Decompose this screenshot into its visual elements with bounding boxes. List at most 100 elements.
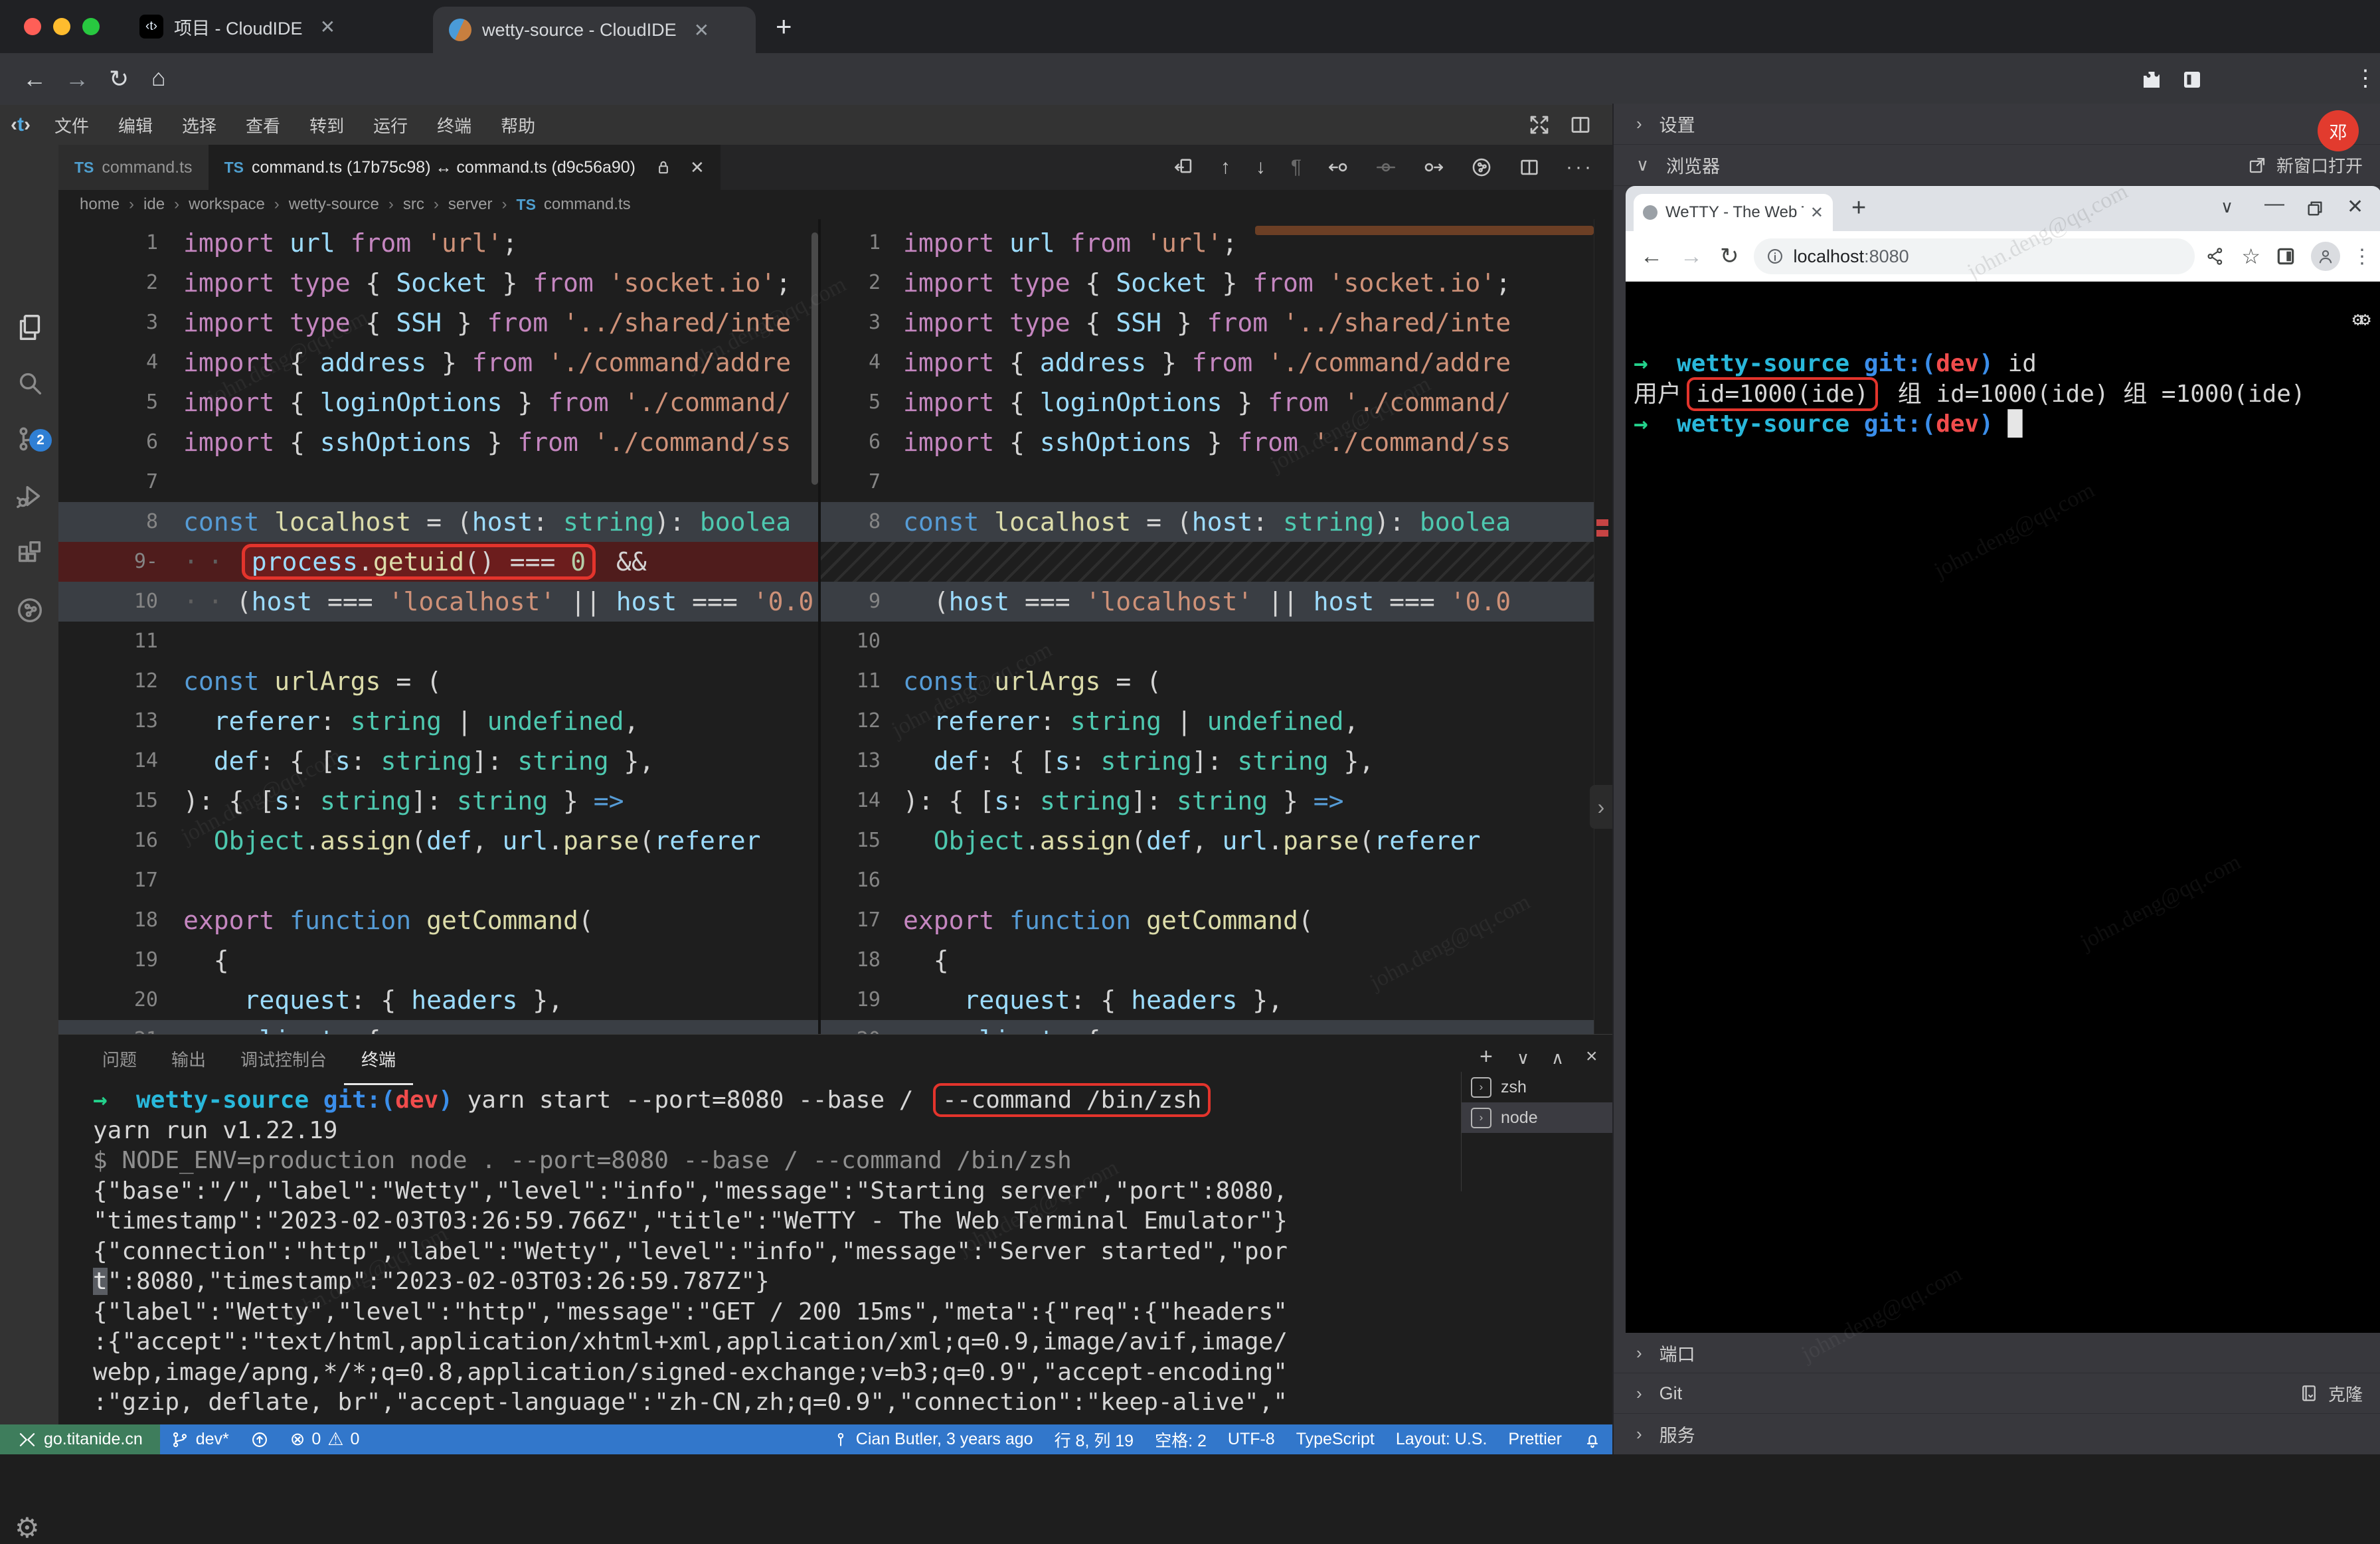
sync-indicator[interactable] <box>240 1424 280 1454</box>
panel-tab-调试控制台[interactable]: 调试控制台 <box>223 1037 344 1085</box>
remote-indicator[interactable]: go.titanide.cn <box>0 1424 160 1454</box>
notifications[interactable] <box>1572 1424 1612 1454</box>
close-window-icon[interactable]: ✕ <box>2347 195 2363 218</box>
timeline-icon[interactable] <box>1470 145 1493 190</box>
breadcrumb-item[interactable]: src <box>403 195 424 214</box>
split-editor-icon[interactable] <box>1569 113 1592 137</box>
wetty-terminal[interactable]: → wetty-source git:(dev) id用户id=1000(ide… <box>1626 282 2380 1333</box>
browser-tab-2-active[interactable]: wetty-source - CloudIDE ✕ <box>433 7 756 53</box>
clone-repo-icon[interactable] <box>2299 1383 2319 1403</box>
panel-tab-问题[interactable]: 问题 <box>85 1037 154 1085</box>
back-icon[interactable]: ← <box>23 65 46 93</box>
settings-gear-icon[interactable]: ⚙ <box>15 1511 40 1544</box>
menu-kebab-icon[interactable]: ⋮ <box>2352 245 2372 268</box>
menu-item-5[interactable]: 转到 <box>295 113 359 137</box>
breadcrumb-item[interactable]: wetty-source <box>289 195 379 214</box>
traffic-zoom-button[interactable] <box>82 18 100 35</box>
cursor-position[interactable]: 行 8, 列 19 <box>1044 1424 1145 1454</box>
menu-item-7[interactable]: 终端 <box>422 113 486 137</box>
clone-label[interactable]: 克隆 <box>2328 1381 2363 1406</box>
home-icon[interactable]: ⌂ <box>151 64 166 92</box>
close-tab-icon[interactable]: ✕ <box>1810 203 1824 222</box>
whitespace-icon[interactable]: ¶ <box>1291 145 1302 190</box>
terminal-output[interactable]: → wetty-source git:(dev) yarn start --po… <box>93 1085 1454 1418</box>
close-tab-icon[interactable]: ✕ <box>694 19 709 41</box>
extensions-puzzle-icon[interactable] <box>2140 68 2164 92</box>
new-tab-button[interactable]: + <box>1851 194 1866 222</box>
panel-tab-输出[interactable]: 输出 <box>154 1037 223 1085</box>
indentation[interactable]: 空格: 2 <box>1144 1424 1217 1454</box>
sidebar-toggle-icon[interactable] <box>2179 68 2205 92</box>
open-new-window-label[interactable]: 新窗口打开 <box>2276 153 2363 177</box>
embedded-tab[interactable]: WeTTY - The Web Terminal ✕ <box>1634 194 1833 231</box>
close-tab-icon[interactable]: ✕ <box>690 157 705 178</box>
breadcrumb-item[interactable]: home <box>80 195 120 214</box>
back-icon[interactable]: ← <box>1640 244 1663 270</box>
panel-tabs[interactable]: 问题输出调试控制台终端 <box>85 1037 413 1085</box>
services-section-header[interactable]: › 服务 <box>1614 1414 2380 1454</box>
search-icon[interactable] <box>15 368 45 398</box>
previous-change-icon[interactable] <box>1327 145 1349 190</box>
info-icon[interactable] <box>1766 247 1784 266</box>
branch-indicator[interactable]: dev* <box>160 1424 240 1454</box>
menu-item-4[interactable]: 查看 <box>231 113 295 137</box>
next-diff-arrow-icon[interactable]: ↓ <box>1256 145 1266 190</box>
terminal-dropdown-icon[interactable]: ∨ <box>1517 1048 1529 1069</box>
settings-section-header[interactable]: › 设置 <box>1614 104 2380 145</box>
reload-icon[interactable]: ↻ <box>109 65 129 93</box>
profile-avatar[interactable] <box>2311 242 2340 271</box>
embedded-address-bar[interactable]: localhost :8080 <box>1754 238 2195 274</box>
editor-tab-active[interactable]: TS command.ts (17b75c98) ↔ command.ts (d… <box>209 145 721 190</box>
split-editor-icon[interactable] <box>1518 145 1541 190</box>
keyboard-layout[interactable]: Layout: U.S. <box>1385 1424 1498 1454</box>
panel-tab-终端[interactable]: 终端 <box>344 1037 413 1085</box>
more-actions-icon[interactable]: ··· <box>1566 145 1594 190</box>
traffic-close-button[interactable] <box>24 18 41 35</box>
close-panel-icon[interactable]: × <box>1586 1045 1598 1068</box>
close-tab-icon[interactable]: ✕ <box>320 16 335 38</box>
blame-indicator[interactable]: Cian Butler, 3 years ago <box>821 1424 1044 1454</box>
problems-indicator[interactable]: ⊗ 0 ⚠ 0 <box>280 1424 371 1454</box>
traffic-minimize-button[interactable] <box>53 18 70 35</box>
dropdown-chevron-icon[interactable]: ∨ <box>2221 197 2233 217</box>
breadcrumb[interactable]: home›ide›workspace›wetty-source›src›serv… <box>58 190 1612 219</box>
share-icon[interactable] <box>2205 246 2225 266</box>
menu-item-6[interactable]: 运行 <box>359 113 422 137</box>
user-avatar[interactable]: 邓 <box>2318 110 2359 151</box>
sidebar-toggle-icon[interactable] <box>2275 246 2296 267</box>
browser-section-header[interactable]: ∨ 浏览器 新窗口打开 <box>1614 145 2380 186</box>
apply-diff-icon[interactable] <box>1173 145 1195 190</box>
breadcrumb-item[interactable]: ide <box>143 195 165 214</box>
new-terminal-icon[interactable]: + <box>1480 1044 1493 1070</box>
ports-section-header[interactable]: › 端口 <box>1614 1333 2380 1373</box>
menu-item-3[interactable]: 选择 <box>167 113 231 137</box>
menu-item-2[interactable]: 编辑 <box>104 113 167 137</box>
encoding[interactable]: UTF-8 <box>1217 1424 1286 1454</box>
language-mode[interactable]: TypeScript <box>1286 1424 1385 1454</box>
breadcrumb-item[interactable]: workspace <box>189 195 265 214</box>
terminal-list-item-node[interactable]: ›node <box>1462 1102 1613 1133</box>
diff-pane-original[interactable]: 1import url from 'url';2import type { So… <box>58 219 818 1034</box>
editor-tab-inactive[interactable]: TS command.ts <box>58 145 209 190</box>
restore-window-icon[interactable] <box>2304 198 2326 219</box>
reload-icon[interactable]: ↻ <box>1720 243 1739 270</box>
remote-explorer-icon[interactable] <box>15 595 45 626</box>
extensions-icon[interactable] <box>15 538 45 568</box>
explorer-icon[interactable] <box>15 312 45 343</box>
editor-scrollbar[interactable] <box>811 232 818 485</box>
open-new-window-icon[interactable] <box>2247 155 2267 175</box>
minimize-icon[interactable]: — <box>2264 193 2284 215</box>
bookmark-star-icon[interactable]: ☆ <box>2241 244 2260 269</box>
terminal-list-item-zsh[interactable]: ›zsh <box>1462 1072 1613 1102</box>
git-section-header[interactable]: › Git 克隆 <box>1614 1373 2380 1414</box>
forward-icon[interactable]: → <box>65 65 89 93</box>
diff-pane-modified[interactable]: 1import url from 'url';2import type { So… <box>821 219 1594 1034</box>
browser-tab-1[interactable]: ‹t› 项目 - CloudIDE ✕ <box>139 0 425 53</box>
customize-layout-icon[interactable] <box>1527 113 1551 137</box>
browser-menu-icon[interactable]: ⋮ <box>2354 65 2377 92</box>
run-debug-icon[interactable] <box>15 481 45 511</box>
previous-diff-arrow-icon[interactable]: ↑ <box>1221 145 1231 190</box>
wetty-settings-gears-icon[interactable]: ⚙⚙ <box>2352 304 2367 335</box>
menu-item-8[interactable]: 帮助 <box>486 113 550 137</box>
breadcrumb-item[interactable]: server <box>448 195 493 214</box>
